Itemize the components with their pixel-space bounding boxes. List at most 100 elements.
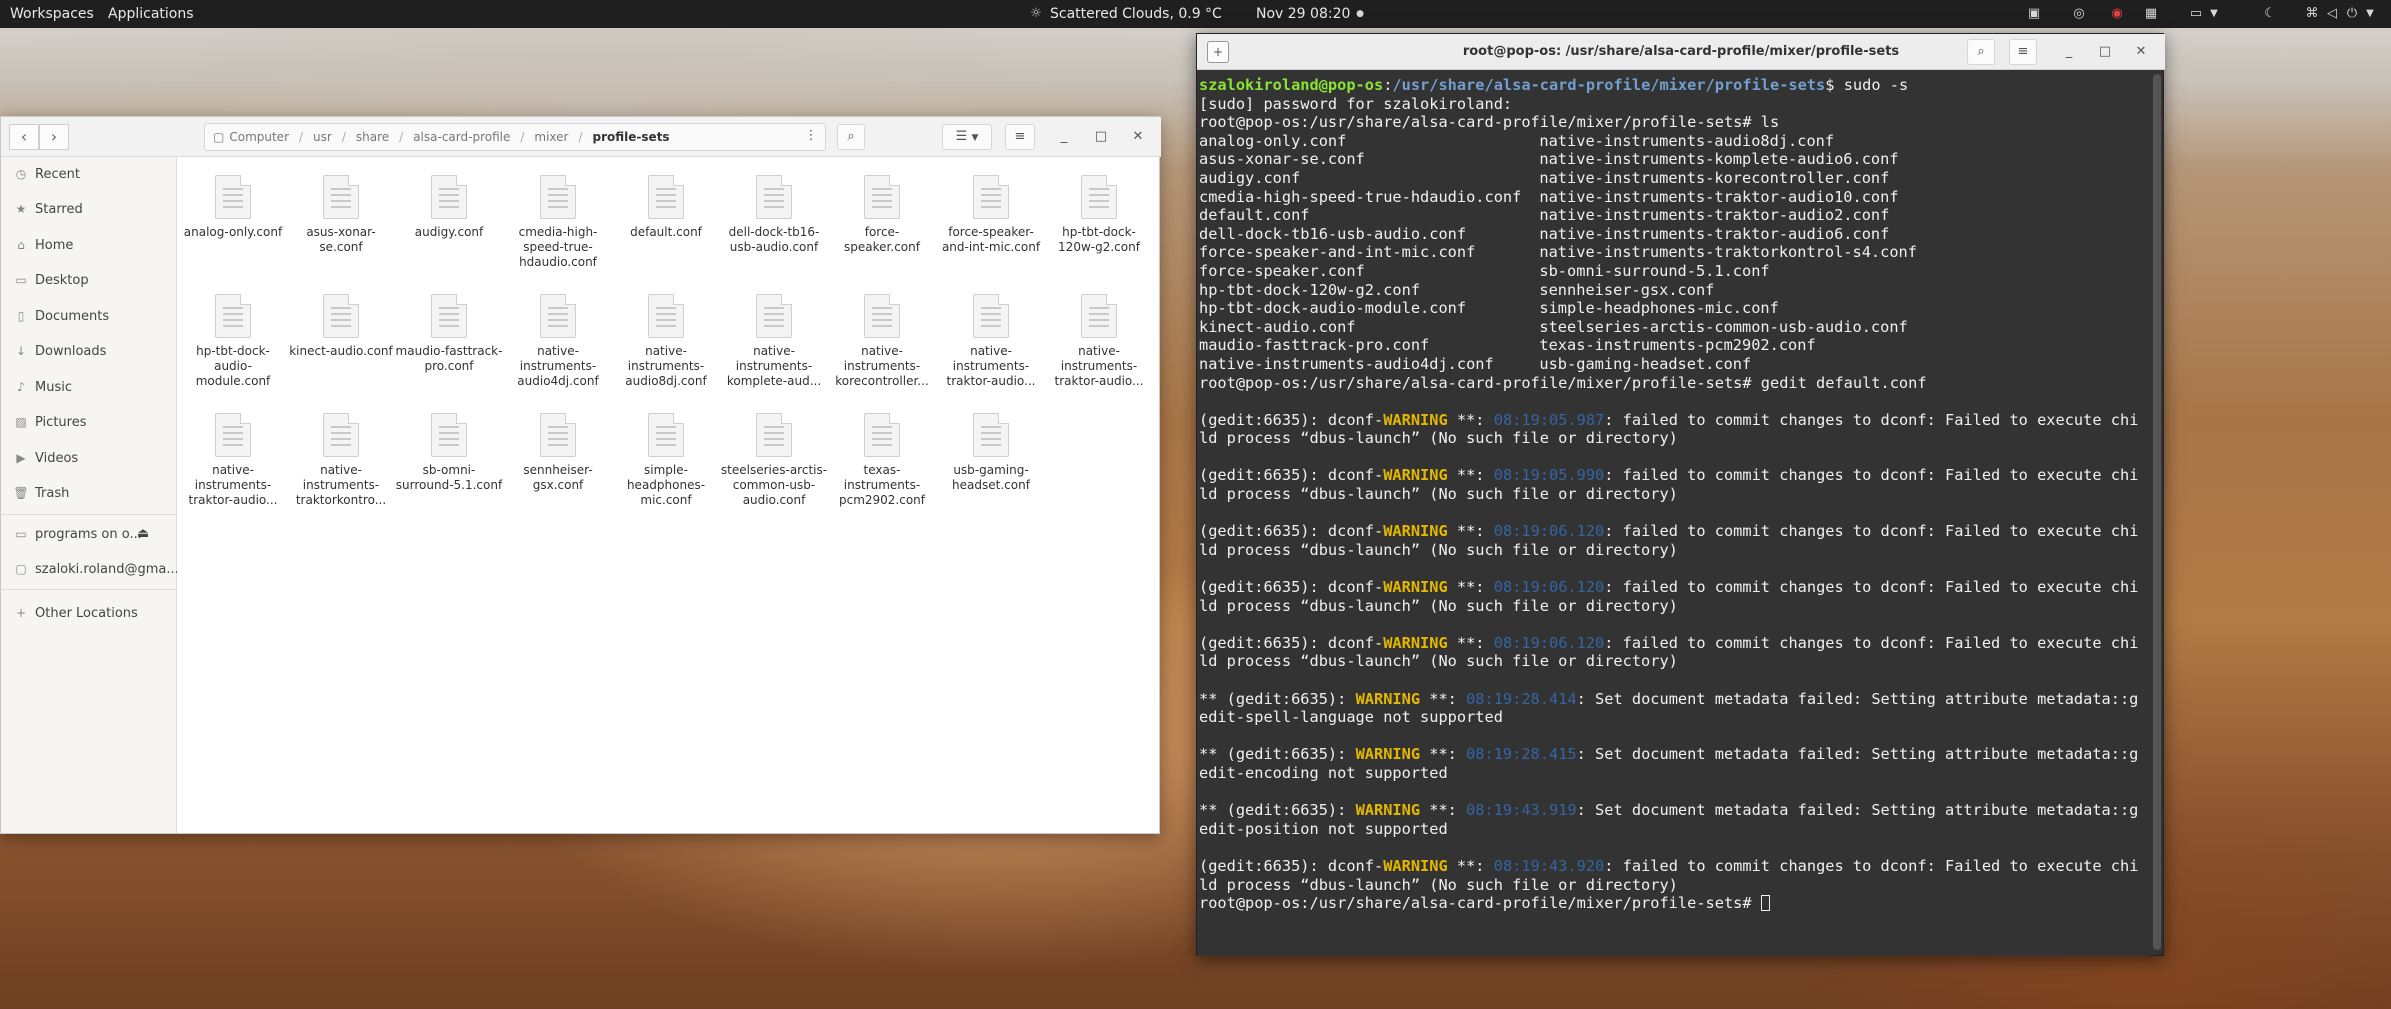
minimize-button[interactable]: _ [2057, 40, 2081, 64]
maximize-button[interactable]: □ [1089, 125, 1113, 149]
back-button[interactable]: ‹ [9, 124, 39, 150]
path-bar[interactable]: ▢ Computer / usr / share / alsa-card-profil… [204, 123, 826, 151]
search-button[interactable]: ⌕ [1967, 39, 1995, 65]
close-button[interactable]: ✕ [2129, 40, 2153, 64]
folder-icon[interactable]: ▭ [2188, 6, 2204, 22]
file-item[interactable]: native-instruments-traktorkontro... [287, 413, 395, 511]
search-button[interactable]: ⌕ [837, 124, 865, 150]
file-item[interactable]: native-instruments-korecontroller... [828, 294, 936, 392]
trash-icon: 🗑 [13, 486, 29, 500]
file-item[interactable]: simple-headphones-mic.conf [612, 413, 720, 511]
file-item[interactable]: audigy.conf [395, 175, 503, 273]
terminal-line: szalokiroland@pop-os:/usr/share/alsa-car… [1199, 76, 2149, 95]
path-menu-button[interactable]: ⋮ [797, 124, 825, 150]
sidebar-item-videos[interactable]: ▶ Videos [1, 443, 177, 473]
terminal-text: hp-tbt-dock-120w-g2.conf [1199, 280, 1421, 299]
file-item[interactable]: native-instruments-traktor-audio... [179, 413, 287, 511]
terminal-line: native-instruments-audio4dj.conf usb-gami… [1199, 355, 2149, 374]
maximize-button[interactable]: □ [2093, 40, 2117, 64]
sidebar-item-trash[interactable]: 🗑 Trash [1, 478, 177, 508]
terminal-text: ld process “dbus-launch” (No such file o… [1199, 429, 1678, 448]
crumb-share[interactable]: share [356, 130, 389, 144]
record-icon[interactable]: ◉ [2109, 6, 2125, 22]
workspaces-button[interactable]: Workspaces [10, 0, 94, 28]
terminal-output[interactable]: szalokiroland@pop-os:/usr/share/alsa-car… [1197, 70, 2149, 956]
terminal-text: **: [1420, 801, 1467, 820]
file-item[interactable]: native-instruments-traktor-audio... [937, 294, 1045, 392]
file-name: native-instruments-audio8dj.conf [625, 344, 707, 388]
applications-button[interactable]: Applications [108, 0, 194, 28]
close-button[interactable]: ✕ [1126, 125, 1150, 149]
sidebar-item-drive[interactable]: ▭ programs on o... [1, 519, 151, 549]
hamburger-icon: ≡ [1014, 129, 1026, 144]
file-item[interactable]: force-speaker-and-int-mic.conf [937, 175, 1045, 273]
terminal-text: 08:19:06.120 [1493, 633, 1605, 652]
sidebar-item-other-locations[interactable]: + Other Locations [1, 598, 177, 628]
terminal-line: ld process “dbus-launch” (No such file o… [1199, 876, 2149, 895]
terminal-text: : Set document metadata failed: Setting … [1576, 801, 2139, 820]
file-item[interactable]: maudio-fasttrack-pro.conf [395, 294, 503, 392]
file-item[interactable]: force-speaker.conf [828, 175, 936, 273]
crumb-mixer[interactable]: mixer [534, 130, 568, 144]
sidebar-item-starred[interactable]: ★ Starred [1, 194, 177, 224]
eject-button[interactable]: ⏏ [137, 519, 167, 549]
text-file-icon [431, 175, 467, 219]
clock[interactable]: Nov 29 08:20 [1256, 0, 1350, 28]
terminal-text: kinect-audio.conf [1199, 317, 1356, 336]
file-item[interactable]: native-instruments-audio4dj.conf [504, 294, 612, 392]
sidebar-item-music[interactable]: ♪ Music [1, 372, 177, 402]
terminal-text: **: [1447, 633, 1494, 652]
main-menu-button[interactable]: ≡ [1005, 124, 1035, 150]
view-mode-button[interactable]: ☰ ▼ [942, 124, 992, 150]
text-file-icon [864, 294, 900, 338]
sidebar-item-documents[interactable]: ▯ Documents [1, 301, 177, 331]
sidebar-item-online-account[interactable]: ▢ szaloki.roland@gma... [1, 554, 177, 584]
file-item[interactable]: usb-gaming-headset.conf [937, 413, 1045, 511]
crumb-computer[interactable]: Computer [229, 130, 289, 144]
tray-app-icon[interactable]: ▣ [2026, 6, 2042, 22]
text-file-icon [864, 413, 900, 457]
file-item[interactable]: hp-tbt-dock-120w-g2.conf [1045, 175, 1153, 273]
file-item[interactable]: sb-omni-surround-5.1.conf [395, 413, 503, 511]
file-item[interactable]: texas-instruments-pcm2902.conf [828, 413, 936, 511]
crumb-alsa-card-profile[interactable]: alsa-card-profile [413, 130, 510, 144]
sidebar-item-recent[interactable]: ◷ Recent [1, 159, 177, 189]
chevron-down-icon[interactable]: ▼ [2206, 6, 2222, 22]
sidebar-item-pictures[interactable]: ▨ Pictures [1, 407, 177, 437]
file-item[interactable]: steelseries-arctis-common-usb-audio.conf [720, 413, 828, 511]
terminal-line: dell-dock-tb16-usb-audio.conf native-inst… [1199, 225, 2149, 244]
file-item[interactable]: default.conf [612, 175, 720, 273]
sidebar-item-downloads[interactable]: ↓ Downloads [1, 336, 177, 366]
file-item[interactable]: analog-only.conf [179, 175, 287, 273]
file-item[interactable]: native-instruments-komplete-aud... [720, 294, 828, 392]
file-item[interactable]: native-instruments-traktor-audio... [1045, 294, 1153, 392]
terminal-text: root@pop-os:/usr/share/alsa-card-profile… [1199, 894, 1761, 913]
steam-icon[interactable]: ◎ [2071, 6, 2087, 22]
weather-status[interactable]: Scattered Clouds, 0.9 °C [1050, 0, 1222, 28]
sidebar-item-desktop[interactable]: ▭ Desktop [1, 265, 177, 295]
file-name: hp-tbt-dock-audio-module.conf [195, 344, 271, 388]
file-item[interactable]: hp-tbt-dock-audio-module.conf [179, 294, 287, 392]
file-item[interactable]: native-instruments-audio8dj.conf [612, 294, 720, 392]
file-item[interactable]: dell-dock-tb16-usb-audio.conf [720, 175, 828, 273]
power-icon[interactable]: ⏻ [2344, 6, 2360, 22]
sidebar-item-home[interactable]: ⌂ Home [1, 230, 177, 260]
crumb-usr[interactable]: usr [313, 130, 332, 144]
terminal-text: edit-spell-language not supported [1199, 708, 1503, 727]
night-light-icon[interactable]: ☾ [2262, 6, 2278, 22]
network-icon[interactable]: ⌘ [2304, 6, 2320, 22]
forward-button[interactable]: › [39, 124, 69, 150]
file-item[interactable]: kinect-audio.conf [287, 294, 395, 392]
terminal-text: (gedit:6635): dconf- [1199, 578, 1384, 597]
crumb-profile-sets[interactable]: profile-sets [593, 130, 670, 144]
terminal-scrollbar[interactable] [2153, 74, 2161, 950]
file-item[interactable]: cmedia-high-speed-true-hdaudio.conf [504, 175, 612, 273]
file-name: asus-xonar-se.conf [306, 225, 376, 254]
file-item[interactable]: asus-xonar-se.conf [287, 175, 395, 273]
volume-icon[interactable]: ◁ [2324, 6, 2340, 22]
system-menu-chevron-icon[interactable]: ▼ [2362, 6, 2378, 22]
file-item[interactable]: sennheiser-gsx.conf [504, 413, 612, 511]
minimize-button[interactable]: _ [1052, 125, 1076, 149]
main-menu-button[interactable]: ≡ [2009, 39, 2037, 65]
calendar-icon[interactable]: ▦ [2143, 6, 2159, 22]
